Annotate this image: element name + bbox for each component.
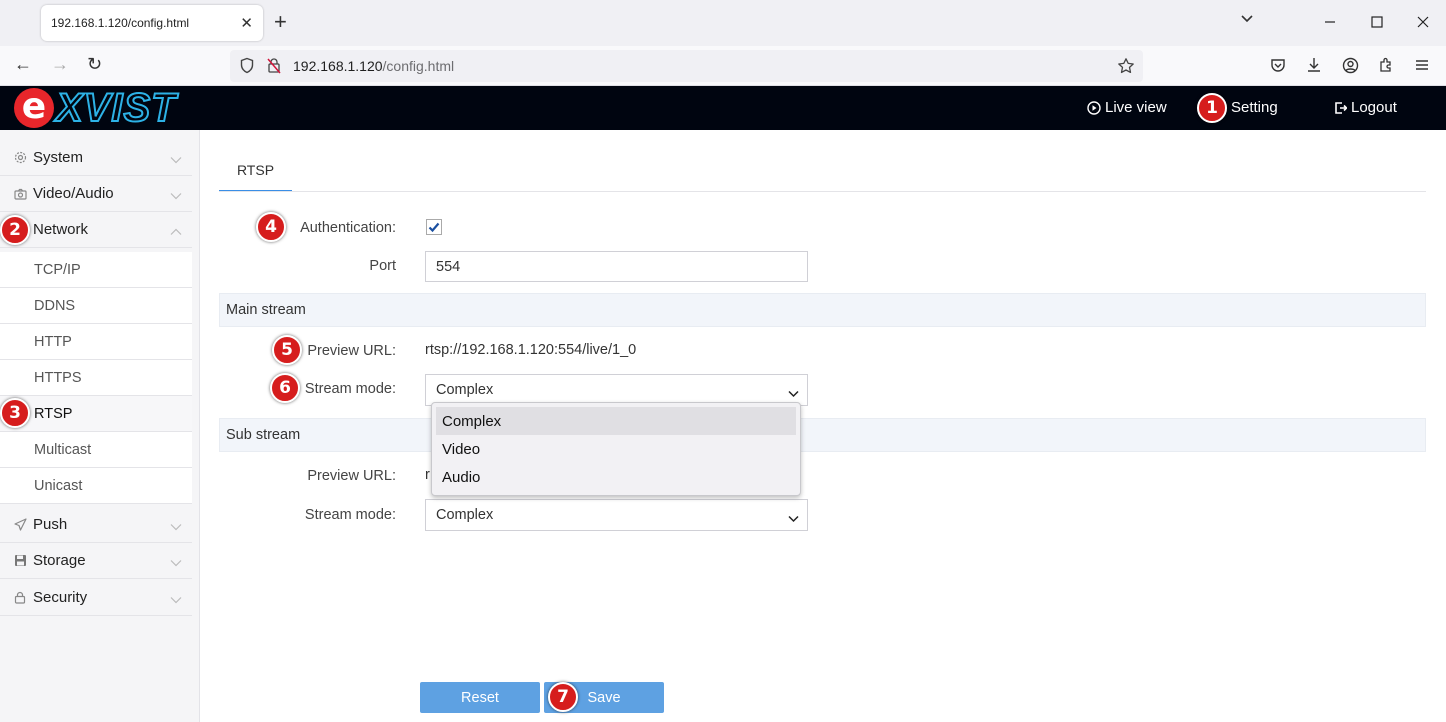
chevron-down-icon	[788, 511, 799, 527]
url-path: /config.html	[382, 58, 455, 74]
sidebar-label-push: Push	[33, 516, 68, 533]
menu-icon[interactable]	[1414, 57, 1430, 78]
chevron-down-icon	[170, 554, 182, 571]
sidebar-label-storage: Storage	[33, 552, 86, 569]
browser-tab-title: 192.168.1.120/config.html	[51, 16, 190, 30]
logout-link[interactable]: Logout	[1334, 99, 1397, 116]
annotation-marker-7: 7	[548, 682, 578, 712]
url-host: 192.168.1.120	[293, 58, 383, 74]
live-view-link[interactable]: Live view	[1087, 99, 1167, 116]
shield-icon[interactable]	[239, 57, 255, 79]
bookmark-star-icon[interactable]	[1117, 57, 1135, 80]
list-tabs-icon[interactable]	[1240, 11, 1254, 27]
sidebar-label-video-audio: Video/Audio	[33, 185, 114, 202]
forward-icon[interactable]: →	[51, 54, 69, 74]
gear-icon	[14, 151, 30, 164]
browser-tab[interactable]: 192.168.1.120/config.html ✕	[41, 5, 263, 41]
live-view-label: Live view	[1105, 99, 1167, 116]
annotation-marker-6: 6	[270, 373, 300, 403]
sidebar-label-system: System	[33, 149, 84, 166]
logout-icon	[1335, 101, 1347, 114]
tab-divider	[219, 191, 1426, 192]
stream-mode-dropdown: Complex Video Audio	[431, 402, 801, 496]
annotation-marker-5: 5	[272, 335, 302, 365]
close-tab-icon[interactable]: ✕	[240, 14, 253, 32]
save-disk-icon	[14, 554, 30, 567]
extensions-icon[interactable]	[1378, 57, 1394, 78]
sidebar-item-video-audio[interactable]: Video/Audio	[0, 176, 192, 212]
exvist-logo: e XVIST	[14, 87, 177, 129]
sidebar-item-unicast[interactable]: Unicast	[0, 468, 192, 504]
browser-tab-bar: 192.168.1.120/config.html ✕ +	[0, 0, 1446, 46]
sidebar-item-multicast[interactable]: Multicast	[0, 432, 192, 468]
lock-icon	[14, 591, 30, 604]
dropdown-option-video[interactable]: Video	[436, 435, 796, 463]
insecure-lock-icon[interactable]	[266, 57, 282, 79]
account-icon[interactable]	[1342, 57, 1359, 79]
chevron-down-icon	[788, 386, 799, 402]
annotation-marker-3: 3	[0, 398, 30, 428]
chevron-down-icon	[170, 518, 182, 535]
sidebar-item-storage[interactable]: Storage	[0, 543, 192, 579]
address-bar[interactable]: 192.168.1.120/config.html	[230, 50, 1143, 82]
setting-label: Setting	[1231, 99, 1278, 116]
reload-icon[interactable]: ↻	[87, 54, 102, 74]
port-input[interactable]	[425, 251, 808, 282]
checkmark-icon	[428, 222, 440, 233]
sidebar-item-push[interactable]: Push	[0, 507, 192, 543]
chevron-up-icon	[170, 223, 182, 240]
main-stream-mode-value: Complex	[436, 382, 494, 398]
annotation-marker-2: 2	[0, 215, 30, 245]
sidebar-label-network: Network	[33, 221, 89, 238]
download-icon[interactable]	[1306, 57, 1322, 78]
chevron-down-icon	[170, 151, 182, 168]
sidebar-item-tcp-ip[interactable]: TCP/IP	[0, 252, 192, 288]
window-close-icon[interactable]	[1417, 16, 1429, 32]
sidebar-item-http[interactable]: HTTP	[0, 324, 192, 360]
sub-preview-url-label: Preview URL:	[307, 468, 396, 484]
reset-button[interactable]: Reset	[420, 682, 540, 713]
authentication-checkbox[interactable]	[426, 219, 442, 235]
pocket-icon[interactable]	[1270, 57, 1286, 78]
sidebar-label-security: Security	[33, 589, 88, 606]
minimize-icon[interactable]	[1324, 16, 1336, 32]
logout-label: Logout	[1351, 99, 1397, 116]
main-stream-header: Main stream	[219, 293, 1426, 327]
sidebar-item-https[interactable]: HTTPS	[0, 360, 192, 396]
send-icon	[14, 518, 30, 531]
sub-stream-mode-value: Complex	[436, 507, 494, 523]
annotation-marker-4: 4	[256, 212, 286, 242]
sidebar-item-ddns[interactable]: DDNS	[0, 288, 192, 324]
url-text: 192.168.1.120/config.html	[293, 58, 454, 74]
setting-link[interactable]: Setting	[1231, 99, 1278, 116]
logo-text: XVIST	[55, 86, 177, 130]
sub-preview-url-value: r	[425, 467, 430, 483]
chevron-down-icon	[170, 591, 182, 608]
sub-stream-header: Sub stream	[219, 418, 1426, 452]
logo-e: e	[14, 88, 54, 128]
sidebar: System Video/Audio Network TCP/IP DDNS H…	[0, 130, 200, 722]
app-header: e XVIST Live view Setting Logout	[0, 86, 1446, 130]
browser-nav-bar: ← → ↻ 192.168.1.120/config.html	[0, 46, 1446, 86]
maximize-icon[interactable]	[1371, 16, 1383, 32]
tab-rtsp[interactable]: RTSP	[219, 150, 292, 192]
sub-stream-mode-label: Stream mode:	[304, 507, 396, 523]
sub-stream-mode-select[interactable]: Complex	[425, 499, 808, 531]
play-circle-icon	[1087, 100, 1101, 115]
chevron-down-icon	[170, 187, 182, 204]
dropdown-option-audio[interactable]: Audio	[436, 463, 796, 491]
sidebar-item-system[interactable]: System	[0, 140, 192, 176]
port-label: Port	[369, 258, 396, 274]
main-preview-url-value: rtsp://192.168.1.120:554/live/1_0	[425, 342, 637, 358]
annotation-marker-1: 1	[1197, 93, 1227, 123]
new-tab-button[interactable]: +	[274, 11, 287, 33]
dropdown-option-complex[interactable]: Complex	[436, 407, 796, 435]
back-icon[interactable]: ←	[14, 54, 32, 74]
sidebar-item-security[interactable]: Security	[0, 580, 192, 616]
camera-icon	[14, 188, 30, 200]
